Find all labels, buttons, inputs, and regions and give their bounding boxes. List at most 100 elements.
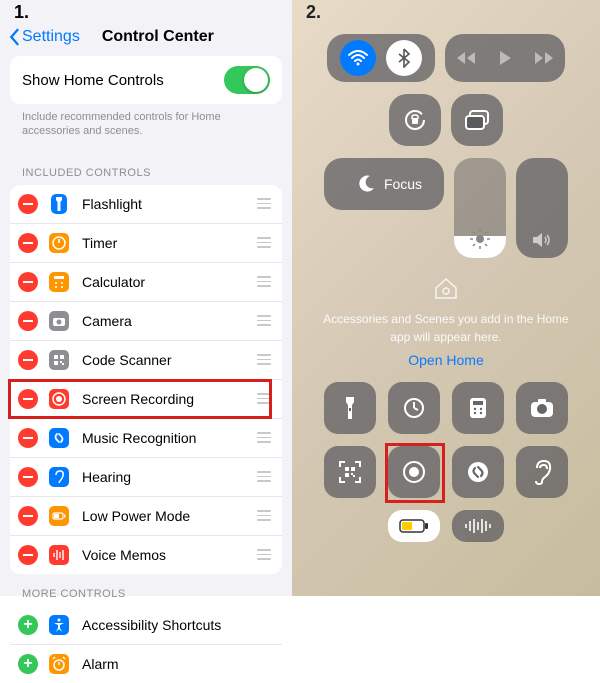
media-controls-tile[interactable] [445, 34, 565, 82]
show-home-controls-toggle[interactable] [224, 66, 270, 94]
remove-button[interactable] [18, 467, 38, 487]
reorder-handle[interactable] [256, 549, 272, 560]
included-header: INCLUDED CONTROLS [0, 153, 292, 185]
screen-recording-button[interactable] [388, 446, 440, 498]
remove-button[interactable] [18, 233, 38, 253]
control-row-battery: Low Power Mode [10, 497, 282, 536]
focus-label: Focus [384, 176, 422, 192]
more-header: MORE CONTROLS [0, 574, 292, 606]
control-row-access: Accessibility Shortcuts [10, 606, 282, 645]
reorder-handle[interactable] [256, 276, 272, 287]
reorder-handle[interactable] [256, 237, 272, 248]
control-center-panel: 2. Focus [292, 0, 600, 596]
add-button[interactable] [18, 615, 38, 635]
connectivity-tile[interactable] [327, 34, 435, 82]
remove-button[interactable] [18, 545, 38, 565]
included-controls-list: Flashlight Timer Calculator Camera Code Scan… [10, 185, 282, 574]
reorder-handle[interactable] [256, 354, 272, 365]
home-icon [433, 276, 459, 300]
battery-icon [46, 503, 72, 529]
brightness-slider[interactable] [454, 158, 506, 258]
control-label: Hearing [82, 469, 256, 485]
speaker-icon [531, 230, 553, 250]
control-label: Low Power Mode [82, 508, 256, 524]
voice-memos-button[interactable] [452, 510, 504, 542]
add-button[interactable] [18, 654, 38, 674]
back-button[interactable]: Settings [8, 28, 80, 46]
rewind-icon[interactable] [455, 51, 477, 65]
timer-icon [46, 230, 72, 256]
calculator-icon [46, 269, 72, 295]
reorder-handle[interactable] [256, 315, 272, 326]
qr-icon [46, 347, 72, 373]
flashlight-button[interactable] [324, 382, 376, 434]
shazam-icon [46, 425, 72, 451]
control-row-timer: Timer [10, 224, 282, 263]
volume-slider[interactable] [516, 158, 568, 258]
screen-mirroring-button[interactable] [451, 94, 503, 146]
control-label: Accessibility Shortcuts [82, 617, 272, 633]
control-row-ear: Hearing [10, 458, 282, 497]
control-row-wave: Voice Memos [10, 536, 282, 574]
control-row-calculator: Calculator [10, 263, 282, 302]
home-controls-help: Include recommended controls for Home ac… [0, 104, 292, 153]
ear-icon [46, 464, 72, 490]
control-label: Voice Memos [82, 547, 256, 563]
qr-scanner-button[interactable] [324, 446, 376, 498]
camera-button[interactable] [516, 382, 568, 434]
bluetooth-icon[interactable] [386, 40, 422, 76]
step-1-label: 1. [14, 2, 29, 23]
control-label: Calculator [82, 274, 256, 290]
timer-button[interactable] [388, 382, 440, 434]
sun-icon [469, 228, 491, 250]
page-title: Control Center [102, 28, 214, 46]
home-placeholder-text: Accessories and Scenes you add in the Ho… [320, 310, 572, 346]
control-row-alarm: Alarm [10, 645, 282, 683]
back-label: Settings [22, 28, 80, 46]
reorder-handle[interactable] [256, 510, 272, 521]
step-2-label: 2. [306, 2, 321, 23]
control-label: Alarm [82, 656, 272, 672]
home-controls-card: Show Home Controls [10, 56, 282, 104]
shazam-button[interactable] [452, 446, 504, 498]
control-label: Code Scanner [82, 352, 256, 368]
rotation-lock-button[interactable] [389, 94, 441, 146]
control-label: Camera [82, 313, 256, 329]
control-label: Screen Recording [82, 391, 256, 407]
chevron-left-icon [8, 28, 20, 46]
hearing-button[interactable] [516, 446, 568, 498]
open-home-link[interactable]: Open Home [408, 352, 483, 368]
settings-panel: 1. Settings Control Center Show Home Con… [0, 0, 292, 596]
reorder-handle[interactable] [256, 393, 272, 404]
low-power-mode-button[interactable] [388, 510, 440, 542]
play-icon[interactable] [498, 50, 512, 66]
access-icon [46, 612, 72, 638]
remove-button[interactable] [18, 506, 38, 526]
wifi-icon[interactable] [340, 40, 376, 76]
reorder-handle[interactable] [256, 432, 272, 443]
reorder-handle[interactable] [256, 471, 272, 482]
camera-icon [46, 308, 72, 334]
remove-button[interactable] [18, 389, 38, 409]
wave-icon [46, 542, 72, 568]
control-label: Flashlight [82, 196, 256, 212]
control-label: Music Recognition [82, 430, 256, 446]
focus-button[interactable]: Focus [324, 158, 444, 210]
nav-bar: Settings Control Center [0, 0, 292, 56]
reorder-handle[interactable] [256, 198, 272, 209]
more-controls-list: Accessibility Shortcuts Alarm [10, 606, 282, 683]
remove-button[interactable] [18, 272, 38, 292]
control-row-shazam: Music Recognition [10, 419, 282, 458]
remove-button[interactable] [18, 428, 38, 448]
alarm-icon [46, 651, 72, 677]
remove-button[interactable] [18, 311, 38, 331]
moon-icon [356, 174, 376, 194]
calculator-button[interactable] [452, 382, 504, 434]
remove-button[interactable] [18, 350, 38, 370]
flashlight-icon [46, 191, 72, 217]
remove-button[interactable] [18, 194, 38, 214]
control-label: Timer [82, 235, 256, 251]
forward-icon[interactable] [533, 51, 555, 65]
control-row-camera: Camera [10, 302, 282, 341]
control-row-flashlight: Flashlight [10, 185, 282, 224]
